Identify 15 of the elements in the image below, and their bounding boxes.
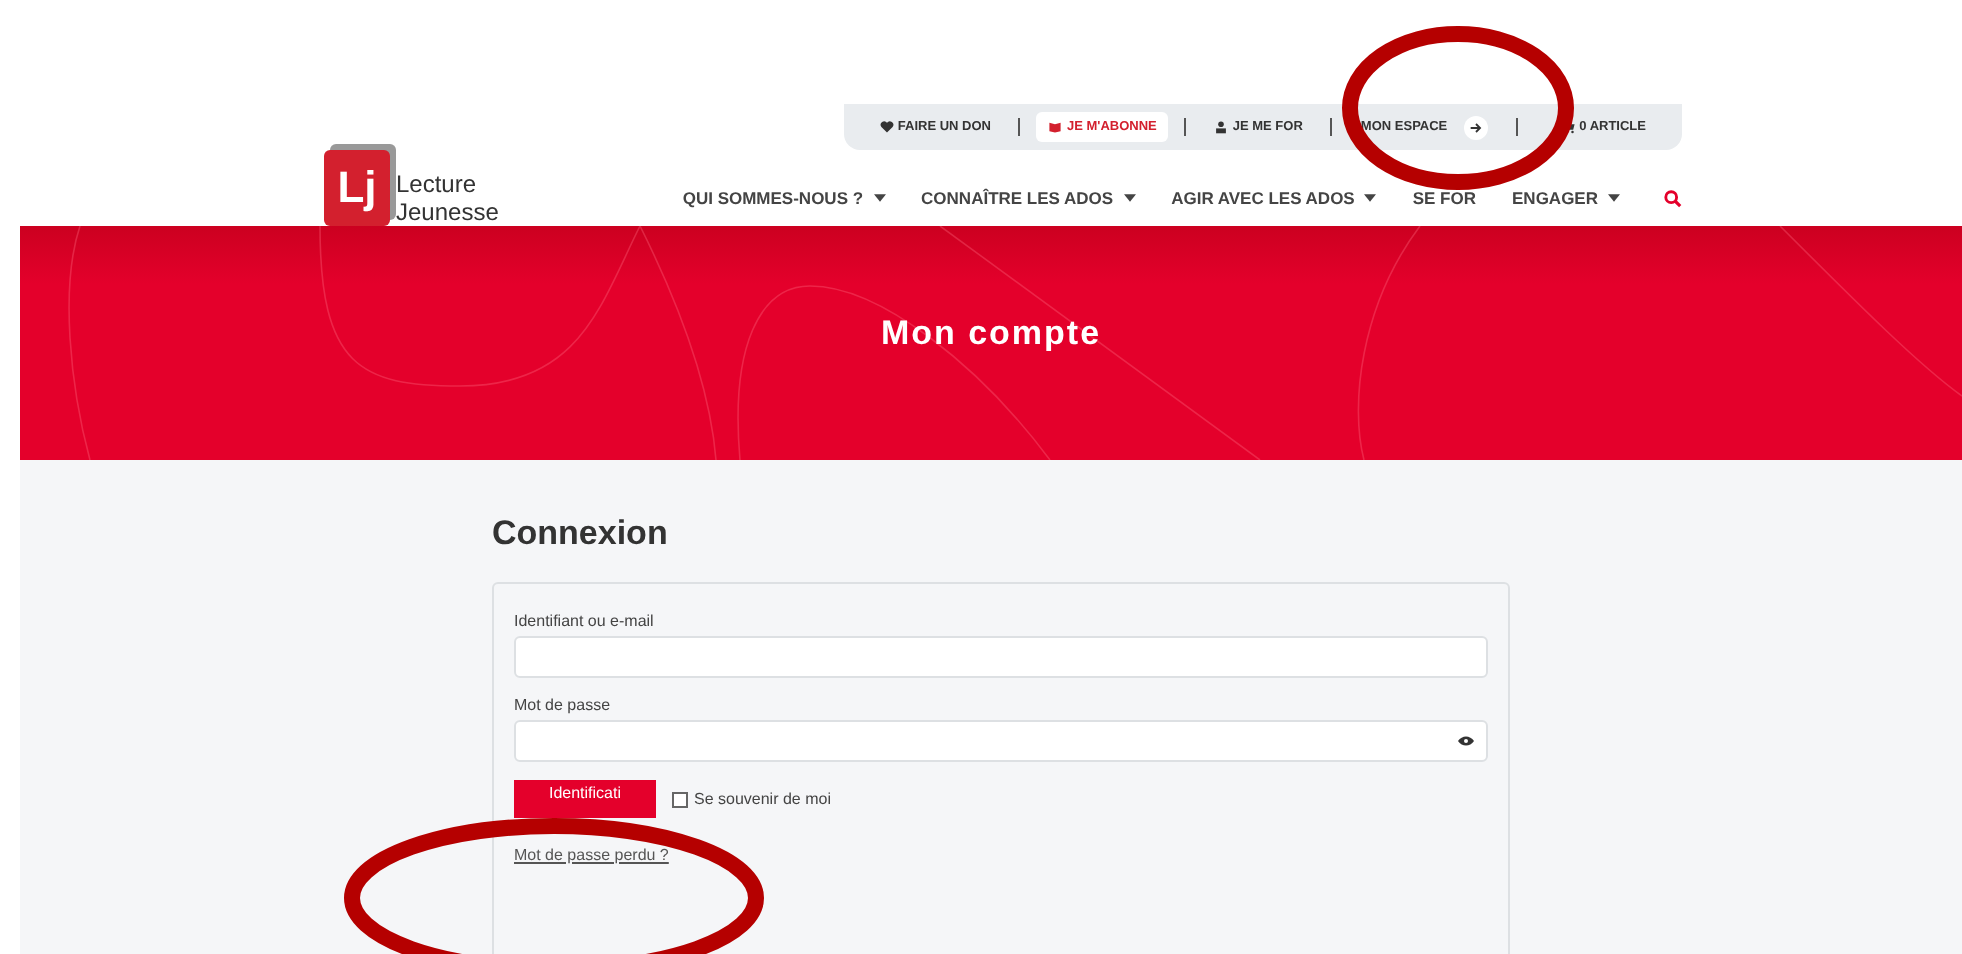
nav-link[interactable]: AGIR AVEC LES ADOS: [1171, 188, 1377, 208]
lost-password-link[interactable]: Mot de passe perdu ?: [514, 846, 669, 864]
section-heading: Connexion: [492, 514, 670, 554]
logo-text: Jeunesse: [396, 198, 499, 226]
nav-link[interactable]: CONNAÎTRE LES ADOS: [921, 188, 1136, 208]
nav-link[interactable]: ENGAGER: [1512, 188, 1620, 208]
login-button[interactable]: Identificati: [514, 780, 656, 818]
logo-text: Lecture: [396, 170, 479, 198]
checkbox-label: Se souvenir de moi: [694, 790, 831, 808]
field-label: Mot de passe: [514, 696, 613, 714]
nav-link[interactable]: SE FOR: [1412, 188, 1477, 208]
nav-link[interactable]: QUI SOMMES-NOUS ?: [682, 188, 886, 208]
logo-icon[interactable]: Lj: [324, 150, 390, 226]
field-label: Identifiant ou e-mail: [514, 612, 656, 630]
page-title: Mon compte: [880, 313, 1102, 353]
